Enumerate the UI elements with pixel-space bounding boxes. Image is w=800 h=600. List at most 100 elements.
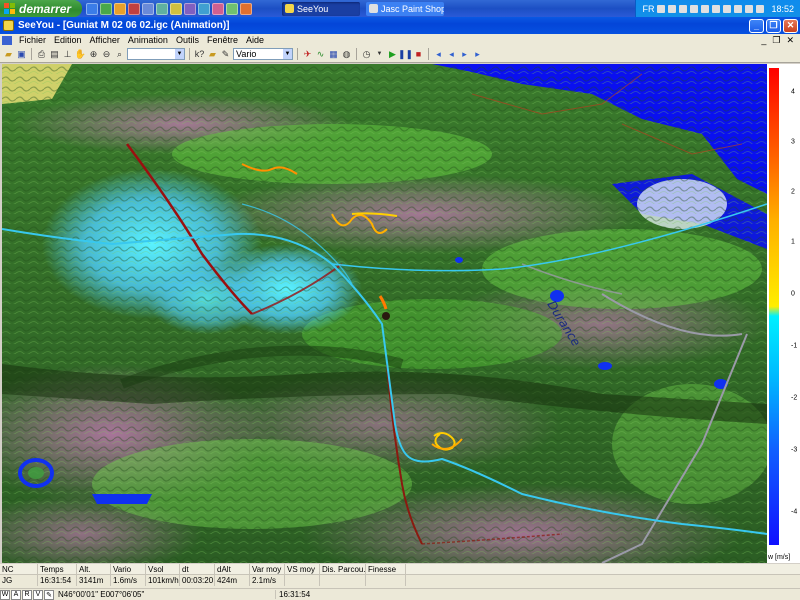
col-header[interactable]: Vsol xyxy=(146,563,180,575)
tray-icon[interactable] xyxy=(679,4,688,13)
menu-edition[interactable]: Edition xyxy=(50,35,86,45)
variable-combo[interactable]: Vario ▼ xyxy=(233,48,293,60)
toolbar-separator xyxy=(189,48,190,60)
status-value xyxy=(285,575,320,586)
col-header[interactable]: NC xyxy=(0,563,38,575)
task-label: Jasc Paint Shop ... xyxy=(381,3,444,14)
quicklaunch-icon[interactable] xyxy=(212,2,224,15)
taskbar-button-paintshop[interactable]: Jasc Paint Shop ... xyxy=(366,1,444,16)
save-icon[interactable]: ▣ xyxy=(16,49,27,60)
globe-icon[interactable]: ◍ xyxy=(341,49,352,60)
quicklaunch-icon[interactable] xyxy=(128,2,140,15)
stop-icon[interactable]: ■ xyxy=(413,49,424,60)
glider-icon[interactable]: ✈ xyxy=(302,49,313,60)
airspace-toggle[interactable]: A xyxy=(11,589,21,600)
menu-afficher[interactable]: Afficher xyxy=(86,35,124,45)
quicklaunch-icon[interactable] xyxy=(86,2,98,15)
measure-icon[interactable]: ✎ xyxy=(44,589,54,600)
start-button[interactable]: demarrer xyxy=(0,0,82,17)
quicklaunch-icon[interactable] xyxy=(114,2,126,15)
col-header[interactable]: Alt. xyxy=(77,563,111,575)
col-header[interactable]: Var moy xyxy=(250,563,285,575)
open-task-icon[interactable]: ▰ xyxy=(207,49,218,60)
route-toggle[interactable]: R xyxy=(22,589,32,600)
col-header[interactable]: dAlt xyxy=(215,563,250,575)
scale-tick: 1 xyxy=(791,238,795,246)
maximize-button[interactable]: ❐ xyxy=(766,18,781,33)
print-icon[interactable]: ⎙ xyxy=(36,49,47,60)
help-icon[interactable]: k? xyxy=(194,49,205,60)
col-header[interactable]: Temps xyxy=(38,563,77,575)
quicklaunch-icon[interactable] xyxy=(170,2,182,15)
barogram-icon[interactable]: ∿ xyxy=(315,49,326,60)
tray-icon[interactable] xyxy=(712,4,721,13)
quicklaunch-icon[interactable] xyxy=(142,2,154,15)
tray-icon[interactable] xyxy=(734,4,743,13)
col-header[interactable]: Finesse xyxy=(366,563,406,575)
quicklaunch-icon[interactable] xyxy=(100,2,112,15)
pin-icon[interactable]: ⊥ xyxy=(62,49,73,60)
previous-icon[interactable]: ◂ xyxy=(446,49,457,60)
waypoint-toggle[interactable]: W xyxy=(0,589,10,600)
col-header[interactable]: VS moy xyxy=(285,563,320,575)
language-indicator[interactable]: FR xyxy=(642,4,654,14)
pause-icon[interactable]: ❚❚ xyxy=(398,49,413,60)
clock-icon[interactable]: ◷ xyxy=(361,49,372,60)
menu-aide[interactable]: Aide xyxy=(242,35,268,45)
seeyou-icon xyxy=(285,4,294,13)
col-header[interactable]: Dis. Parcou... xyxy=(320,563,366,575)
col-header[interactable]: Vario xyxy=(111,563,146,575)
print-preview-icon[interactable]: ▤ xyxy=(49,49,60,60)
taskbar-button-seeyou[interactable]: SeeYou xyxy=(282,1,360,16)
edit-icon[interactable]: ✎ xyxy=(220,49,231,60)
play-icon[interactable]: ▶ xyxy=(387,49,398,60)
mdi-minimize-icon[interactable]: _ xyxy=(761,35,766,46)
variable-combo-value: Vario xyxy=(236,49,257,59)
tray-icon[interactable] xyxy=(723,4,732,13)
app-icon[interactable] xyxy=(3,20,14,31)
quicklaunch-icon[interactable] xyxy=(198,2,210,15)
tray-icon[interactable] xyxy=(701,4,710,13)
zoom-in-icon[interactable]: ⊕ xyxy=(88,49,99,60)
menu-animation[interactable]: Animation xyxy=(124,35,172,45)
graph-icon[interactable]: ▦ xyxy=(328,49,339,60)
tray-icon[interactable] xyxy=(668,4,677,13)
step-back-icon[interactable]: ◂ xyxy=(433,49,444,60)
tray-icon[interactable] xyxy=(690,4,699,13)
status-value: JG xyxy=(0,575,38,586)
view-toggle[interactable]: V xyxy=(33,589,43,600)
quicklaunch-icon[interactable] xyxy=(184,2,196,15)
status-value: 00:03:20 xyxy=(182,575,215,586)
mdi-restore-icon[interactable]: ❐ xyxy=(772,35,780,46)
terrain-3d-view[interactable]: Durance xyxy=(2,64,767,563)
zoom-icon[interactable]: ⌕ xyxy=(114,49,125,60)
pan-hand-icon[interactable]: ✋ xyxy=(75,49,86,60)
next-icon[interactable]: ▸ xyxy=(459,49,470,60)
empty-combo[interactable]: ▼ xyxy=(127,48,185,60)
open-folder-icon[interactable]: ▰ xyxy=(3,49,14,60)
scale-tick: -3 xyxy=(791,446,798,454)
quicklaunch-icon[interactable] xyxy=(240,2,252,15)
col-header[interactable]: dt xyxy=(180,563,215,575)
menu-outils[interactable]: Outils xyxy=(172,35,203,45)
step-forward-icon[interactable]: ▸ xyxy=(472,49,483,60)
document-icon[interactable] xyxy=(2,35,12,45)
paintshop-icon xyxy=(369,4,378,13)
tray-icon[interactable] xyxy=(745,4,754,13)
tray-icon[interactable] xyxy=(657,4,666,13)
zoom-out-icon[interactable]: ⊖ xyxy=(101,49,112,60)
menu-fichier[interactable]: Fichier xyxy=(15,35,50,45)
minimize-button[interactable]: _ xyxy=(749,18,764,33)
vario-gradient-bar xyxy=(769,68,779,545)
mdi-close-icon[interactable]: ✕ xyxy=(786,35,794,46)
dropdown-arrow-icon[interactable]: ▼ xyxy=(374,49,385,60)
chevron-down-icon: ▼ xyxy=(175,49,184,59)
quicklaunch-icon[interactable] xyxy=(156,2,168,15)
tray-icon[interactable] xyxy=(756,4,765,13)
quicklaunch-icon[interactable] xyxy=(226,2,238,15)
menu-fenetre[interactable]: Fenêtre xyxy=(203,35,242,45)
close-button[interactable]: ✕ xyxy=(783,18,798,33)
status-value: 2.1m/s xyxy=(250,575,285,586)
status-header-row: NC Temps Alt. Vario Vsol dt dAlt Var moy… xyxy=(0,563,800,575)
window-titlebar[interactable]: SeeYou - [Guniat M 02 06 02.igc (Animati… xyxy=(0,17,800,34)
